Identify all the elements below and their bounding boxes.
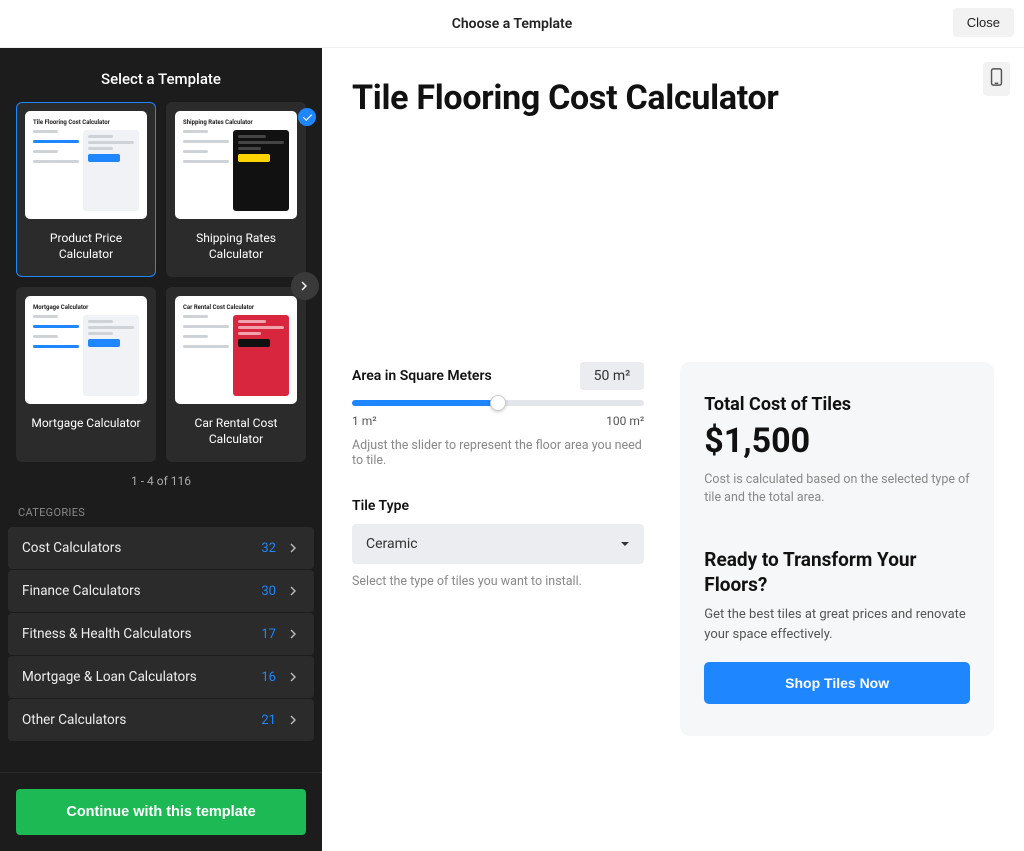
template-label: Product Price Calculator (25, 231, 147, 262)
sidebar: Select a Template Tile Flooring Cost Cal… (0, 48, 322, 851)
total-label: Total Cost of Tiles (704, 394, 970, 415)
area-value: 50 m² (580, 362, 645, 390)
mobile-icon (990, 68, 1003, 86)
tile-field: Tile Type Ceramic Select the type of til… (352, 498, 644, 589)
template-card-car-rental[interactable]: Car Rental Cost Calculator Car Rental Co… (166, 287, 306, 462)
caret-down-icon (620, 539, 630, 549)
tile-type-select[interactable]: Ceramic (352, 524, 644, 564)
modal-title: Choose a Template (452, 16, 573, 32)
templates-next-button[interactable] (291, 272, 319, 300)
preview-result-panel: Total Cost of Tiles $1,500 Cost is calcu… (680, 362, 994, 736)
sidebar-title: Select a Template (0, 48, 322, 102)
chevron-right-icon (288, 714, 300, 726)
area-slider[interactable]: 1 m² 100 m² (352, 400, 644, 428)
device-toggle-mobile[interactable] (983, 62, 1010, 96)
template-label: Mortgage Calculator (25, 416, 147, 432)
template-thumb: Car Rental Cost Calculator (175, 296, 297, 404)
template-card-mortgage[interactable]: Mortgage Calculator Mortgage Calculator (16, 287, 156, 462)
chevron-right-icon (288, 585, 300, 597)
chevron-right-icon (288, 671, 300, 683)
chevron-right-icon (299, 280, 311, 292)
template-card-product-price[interactable]: Tile Flooring Cost Calculator Product Pr… (16, 102, 156, 277)
check-icon (298, 108, 316, 126)
area-field: Area in Square Meters 50 m² 1 m² 100 m² (352, 362, 644, 468)
topbar: Choose a Template Close (0, 0, 1024, 48)
sidebar-footer: Continue with this template (0, 772, 322, 851)
tile-label: Tile Type (352, 498, 409, 514)
template-label: Car Rental Cost Calculator (175, 416, 297, 447)
preview-left-column: Area in Square Meters 50 m² 1 m² 100 m² (352, 362, 644, 736)
shop-button[interactable]: Shop Tiles Now (704, 662, 970, 704)
preview-pane: Tile Flooring Cost Calculator Area in Sq… (322, 48, 1024, 851)
category-mortgage[interactable]: Mortgage & Loan Calculators 16 (8, 656, 314, 698)
category-finance[interactable]: Finance Calculators 30 (8, 570, 314, 612)
cta-text: Get the best tiles at great prices and r… (704, 605, 970, 644)
close-button[interactable]: Close (953, 8, 1014, 37)
total-hint: Cost is calculated based on the selected… (704, 471, 970, 506)
area-hint: Adjust the slider to represent the floor… (352, 438, 644, 468)
continue-button[interactable]: Continue with this template (16, 789, 306, 835)
category-other[interactable]: Other Calculators 21 (8, 699, 314, 741)
slider-min: 1 m² (352, 414, 377, 428)
template-thumb: Tile Flooring Cost Calculator (25, 111, 147, 219)
chevron-right-icon (288, 628, 300, 640)
preview-title: Tile Flooring Cost Calculator (352, 78, 994, 118)
total-value: $1,500 (704, 421, 970, 461)
slider-thumb[interactable] (490, 395, 506, 411)
template-thumb: Shipping Rates Calculator (175, 111, 297, 219)
cta-title: Ready to Transform Your Floors? (704, 548, 970, 597)
category-fitness[interactable]: Fitness & Health Calculators 17 (8, 613, 314, 655)
tile-selected: Ceramic (366, 536, 418, 552)
preview-content: Area in Square Meters 50 m² 1 m² 100 m² (352, 362, 994, 736)
category-cost[interactable]: Cost Calculators 32 (8, 527, 314, 569)
templates-pagination: 1 - 4 of 116 (0, 462, 322, 496)
tile-hint: Select the type of tiles you want to ins… (352, 574, 644, 589)
templates-grid: Tile Flooring Cost Calculator Product Pr… (0, 102, 322, 462)
categories-list: Cost Calculators 32 Finance Calculators … (0, 527, 322, 741)
slider-max: 100 m² (606, 414, 644, 428)
categories-heading: CATEGORIES (0, 496, 322, 527)
template-thumb: Mortgage Calculator (25, 296, 147, 404)
template-label: Shipping Rates Calculator (175, 231, 297, 262)
template-card-shipping-rates[interactable]: Shipping Rates Calculator Shipping Rates… (166, 102, 306, 277)
chevron-right-icon (288, 542, 300, 554)
area-label: Area in Square Meters (352, 368, 492, 384)
main: Select a Template Tile Flooring Cost Cal… (0, 48, 1024, 851)
